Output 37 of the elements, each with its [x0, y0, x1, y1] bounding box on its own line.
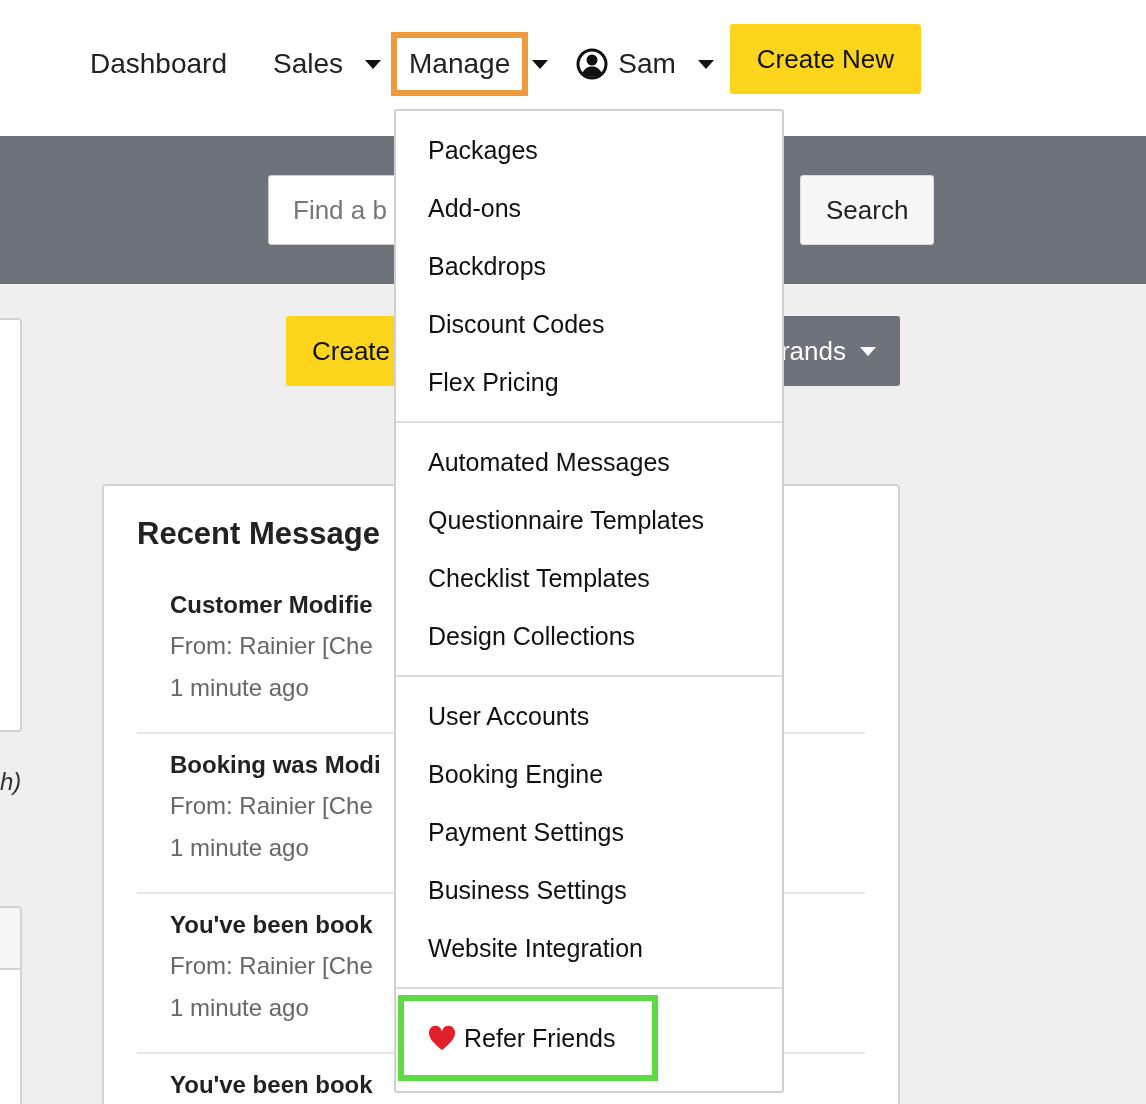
- nav-link[interactable]: Dashboard: [72, 32, 245, 96]
- message-sender: From: Rainier [Che: [170, 953, 373, 980]
- message-title[interactable]: Booking was Modi: [170, 752, 381, 779]
- message-title[interactable]: You've been book: [170, 912, 373, 939]
- menu-item[interactable]: Website Integration: [396, 919, 782, 977]
- caret-icon: [532, 59, 549, 69]
- search-button[interactable]: Search: [800, 175, 935, 245]
- menu-item[interactable]: Automated Messages: [396, 433, 782, 491]
- create-new-button[interactable]: Create New: [729, 24, 922, 94]
- nav-dropdown[interactable]: Sales: [255, 32, 362, 96]
- menu-item[interactable]: Add-ons: [396, 179, 782, 237]
- caret-icon: [365, 59, 382, 69]
- message-time: 1 minute ago: [170, 834, 309, 862]
- caret-icon: [697, 59, 714, 69]
- menu-item[interactable]: User Accounts: [396, 687, 782, 745]
- card-title: Recent Message: [137, 516, 380, 552]
- message-title[interactable]: Customer Modifie: [170, 592, 373, 619]
- caret-icon: [860, 346, 876, 356]
- heart-icon: [428, 1025, 456, 1051]
- menu-item[interactable]: Checklist Templates: [396, 549, 782, 607]
- menu-item[interactable]: Business Settings: [396, 861, 782, 919]
- message-sender: From: Rainier [Che: [170, 793, 373, 820]
- menu-item[interactable]: Payment Settings: [396, 803, 782, 861]
- message-time: 1 minute ago: [170, 674, 309, 702]
- menu-item[interactable]: Packages: [396, 121, 782, 179]
- note-text: h): [0, 768, 22, 796]
- menu-item[interactable]: Questionnaire Templates: [396, 491, 782, 549]
- nav-dropdown[interactable]: Manage: [391, 32, 529, 96]
- message-title[interactable]: You've been book: [170, 1072, 373, 1099]
- message-time: 1 minute ago: [170, 994, 309, 1022]
- user-menu[interactable]: Sam: [558, 32, 694, 96]
- menu-item[interactable]: Refer Friends: [398, 995, 658, 1081]
- message-sender: From: Rainier [Che: [170, 633, 373, 660]
- user-icon: [576, 48, 609, 80]
- menu-item[interactable]: Booking Engine: [396, 745, 782, 803]
- menu-item[interactable]: Backdrops: [396, 237, 782, 295]
- menu-item[interactable]: Design Collections: [396, 607, 782, 665]
